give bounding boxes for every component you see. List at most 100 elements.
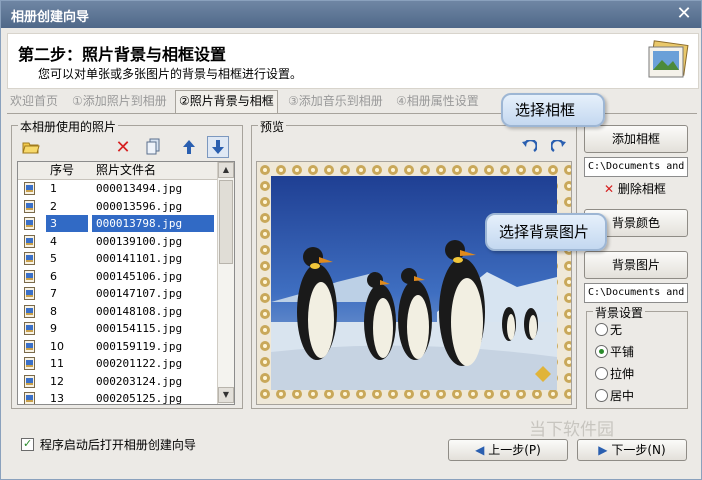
delete-frame-button[interactable]: ✕ 删除相框 — [604, 181, 666, 197]
radio-dot — [595, 389, 608, 402]
window-title: 相册创建向导 — [11, 10, 90, 25]
copy-icon[interactable] — [143, 137, 163, 157]
title-bar[interactable]: 相册创建向导 ✕ — [1, 1, 701, 28]
previous-button[interactable]: ◀ 上一步(P) — [448, 439, 568, 461]
radio-dot — [595, 367, 608, 380]
preview-label: 预览 — [258, 118, 287, 135]
open-folder-icon[interactable] — [21, 137, 41, 157]
table-row[interactable]: 12 000203124.jpg — [18, 373, 217, 390]
tab-welcome[interactable]: 欢迎首页 — [7, 91, 61, 111]
photo-album-icon — [648, 40, 689, 78]
arrow-left-icon: ◀ — [475, 443, 485, 457]
table-row[interactable]: 4 000139100.jpg — [18, 233, 217, 250]
background-settings-label: 背景设置 — [593, 304, 646, 321]
callout-select-frame: 选择相框 — [501, 93, 605, 127]
scroll-thumb[interactable] — [219, 180, 233, 264]
scroll-down-button[interactable]: ▼ — [218, 387, 234, 403]
table-row[interactable]: 1 000013494.jpg — [18, 180, 217, 197]
table-row[interactable]: 2 000013596.jpg — [18, 198, 217, 215]
column-header-filename[interactable]: 照片文件名 — [96, 162, 156, 179]
image-file-icon — [24, 252, 35, 265]
tab-add-photos[interactable]: ①添加照片到相册 — [69, 91, 170, 111]
rotate-right-icon[interactable] — [549, 137, 569, 157]
radio-tile-label: 平铺 — [610, 345, 635, 359]
radio-none[interactable]: 无 — [595, 322, 622, 338]
row-filename: 000159119.jpg — [96, 339, 183, 353]
close-icon[interactable]: ✕ — [675, 5, 693, 23]
background-image-button[interactable]: 背景图片 — [584, 251, 688, 279]
row-number: 9 — [50, 322, 57, 335]
row-filename: 000145106.jpg — [96, 269, 183, 283]
previous-button-label: 上一步(P) — [488, 443, 541, 457]
photo-list[interactable]: 序号 照片文件名 1 000013494.jpg 2 000013596.jpg 3 00… — [17, 161, 235, 405]
arrow-right-icon: ▶ — [598, 443, 608, 457]
row-filename: 000148108.jpg — [96, 304, 183, 318]
image-file-icon — [24, 392, 35, 404]
table-row[interactable]: 6 000145106.jpg — [18, 268, 217, 285]
scroll-up-button[interactable]: ▲ — [218, 162, 234, 178]
step-header: 第二步：照片背景与相框设置 您可以对单张或多张图片的背景与相框进行设置。 — [7, 33, 699, 89]
radio-tile[interactable]: 平铺 — [595, 344, 634, 360]
delete-frame-icon: ✕ — [604, 182, 615, 196]
table-row[interactable]: 9 000154115.jpg — [18, 320, 217, 337]
row-filename: 000141101.jpg — [96, 252, 183, 265]
row-filename: 000139100.jpg — [96, 234, 183, 248]
tab-album-properties[interactable]: ④相册属性设置 — [393, 91, 482, 111]
radio-dot — [595, 345, 608, 358]
delete-frame-label: 删除相框 — [617, 182, 666, 196]
preview-canvas — [256, 161, 572, 405]
tab-background-frame[interactable]: ②照片背景与相框 — [175, 90, 278, 113]
table-row[interactable]: 5 000141101.jpg — [18, 250, 217, 267]
add-frame-button[interactable]: 添加相框 — [584, 125, 688, 153]
wizard-window: 相册创建向导 ✕ 第二步：照片背景与相框设置 您可以对单张或多张图片的背景与相框… — [0, 0, 702, 480]
row-filename: 000201122.jpg — [96, 357, 183, 370]
row-filename: 000013596.jpg — [96, 199, 183, 213]
image-file-icon — [24, 322, 35, 335]
row-number: 1 — [50, 182, 57, 195]
radio-stretch-label: 拉伸 — [610, 367, 635, 381]
row-filename: 000205125.jpg — [96, 392, 183, 405]
delete-icon[interactable]: ✕ — [113, 137, 133, 158]
radio-center[interactable]: 居中 — [595, 388, 634, 404]
preview-image — [257, 162, 571, 404]
startup-checkbox[interactable]: ✓ 程序启动后打开相册创建向导 — [21, 437, 196, 453]
row-filename: 000203124.jpg — [96, 374, 183, 388]
row-number: 11 — [50, 357, 64, 370]
row-number: 6 — [50, 269, 57, 283]
image-file-icon — [24, 217, 35, 230]
row-number: 13 — [50, 392, 64, 405]
check-mark-icon: ✓ — [23, 437, 33, 450]
frame-path-field[interactable]: C:\Documents and — [584, 157, 688, 177]
row-number: 8 — [50, 304, 57, 318]
image-file-icon — [24, 269, 35, 283]
background-path-field[interactable]: C:\Documents and — [584, 283, 688, 303]
table-row[interactable]: 11 000201122.jpg — [18, 355, 217, 372]
next-button[interactable]: ▶ 下一步(N) — [577, 439, 687, 461]
row-number: 3 — [46, 215, 88, 232]
row-number: 10 — [50, 339, 64, 353]
tab-add-music[interactable]: ③添加音乐到相册 — [285, 91, 386, 111]
row-number: 2 — [50, 199, 57, 213]
table-row[interactable]: 8 000148108.jpg — [18, 303, 217, 320]
image-file-icon — [24, 339, 35, 353]
image-file-icon — [24, 374, 35, 388]
checkbox-box: ✓ — [21, 437, 34, 451]
move-down-icon[interactable] — [207, 136, 229, 158]
photos-group-label: 本相册使用的照片 — [18, 118, 119, 135]
vertical-scrollbar[interactable]: ▲ ▼ — [217, 162, 234, 404]
column-header-number[interactable]: 序号 — [50, 162, 74, 179]
table-row[interactable]: 10 000159119.jpg — [18, 338, 217, 355]
row-filename: 000013494.jpg — [96, 182, 183, 195]
rotate-left-icon[interactable] — [519, 137, 539, 157]
photo-list-header: 序号 照片文件名 — [18, 162, 217, 180]
table-row[interactable]: 3 000013798.jpg — [18, 215, 217, 232]
table-row[interactable]: 7 000147107.jpg — [18, 285, 217, 302]
move-up-icon[interactable] — [179, 137, 199, 157]
table-row[interactable]: 13 000205125.jpg — [18, 390, 217, 405]
row-filename: 000147107.jpg — [96, 287, 183, 300]
radio-stretch[interactable]: 拉伸 — [595, 366, 634, 382]
image-file-icon — [24, 304, 35, 318]
callout-select-background: 选择背景图片 — [485, 213, 607, 251]
image-file-icon — [24, 199, 35, 213]
row-filename: 000013798.jpg — [92, 215, 214, 232]
